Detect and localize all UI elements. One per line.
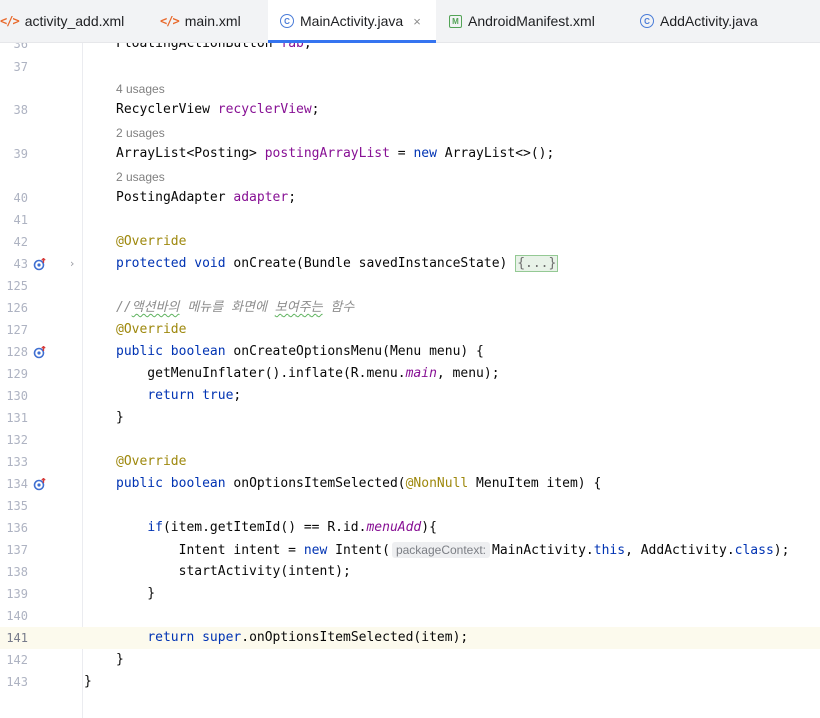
tab-activity-add-xml[interactable]: </> activity_add.xml [0,0,152,42]
tab-main-xml[interactable]: </> main.xml [160,0,268,42]
code-text: public boolean onCreateOptionsMenu(Menu … [116,344,484,359]
code-text: Intent intent = new Intent(packageContex… [116,542,790,558]
line-number: 129 [6,367,28,381]
java-class-icon: C [280,14,294,28]
code-line-39: 39 ArrayList<Posting> postingArrayList =… [0,143,820,165]
code-line-126: 126 //액션바의 메뉴를 화면에 보여주는 함수 [0,297,820,319]
line-number: 128 [6,345,28,359]
code-text: PostingAdapter adapter; [116,190,297,205]
line-number: 132 [6,433,28,447]
line-number: 137 [6,543,28,557]
tab-label: AddActivity.java [660,13,758,29]
line-number: 136 [6,521,28,535]
line-number: 41 [13,213,28,227]
editor-tab-bar: </> activity_add.xml </> main.xml C Main… [0,0,820,43]
line-number: 127 [6,323,28,337]
code-line-129: 129 getMenuInflater().inflate(R.menu.mai… [0,363,820,385]
line-number: 138 [6,565,28,579]
override-method-icon[interactable] [33,346,46,359]
code-line-37: 37 [0,56,820,78]
tab-main-activity-java[interactable]: C MainActivity.java × [268,0,436,43]
line-number: 39 [13,147,28,161]
code-line-138: 138 startActivity(intent); [0,561,820,583]
code-line-130: 130 return true; [0,385,820,407]
line-number: 130 [6,389,28,403]
code-line-42: 42 @Override [0,231,820,253]
code-text: } [84,674,92,689]
code-line-38: 38 RecyclerView recyclerView; [0,99,820,121]
code-line-137: 137 Intent intent = new Intent(packageCo… [0,539,820,561]
code-line-127: 127 @Override [0,319,820,341]
code-text: } [116,652,124,667]
code-line-43: 43 › protected void onCreate(Bundle save… [0,253,820,275]
override-method-icon[interactable] [33,478,46,491]
java-class-icon: C [640,14,654,28]
code-line-125: 125 [0,275,820,297]
line-number: 133 [6,455,28,469]
tab-android-manifest-xml[interactable]: M AndroidManifest.xml [449,0,624,42]
override-method-icon[interactable] [33,258,46,271]
line-number: 42 [13,235,28,249]
line-number: 142 [6,653,28,667]
code-line-142: 142 } [0,649,820,671]
tab-add-activity-java[interactable]: C AddActivity.java [640,0,790,42]
code-line-132: 132 [0,429,820,451]
code-line-131: 131 } [0,407,820,429]
line-number: 40 [13,191,28,205]
code-line-135: 135 [0,495,820,517]
line-number: 140 [6,609,28,623]
code-text: protected void onCreate(Bundle savedInst… [116,255,559,272]
code-text: return true; [147,388,242,403]
code-line-41: 41 [0,209,820,231]
tab-label: main.xml [184,13,241,29]
line-number: 135 [6,499,28,513]
tab-label: activity_add.xml [24,13,125,29]
code-text: getMenuInflater().inflate(R.menu.main, m… [116,366,500,381]
close-icon[interactable]: × [413,14,421,29]
code-line-136: 136 if(item.getItemId() == R.id.menuAdd)… [0,517,820,539]
line-number: 125 [6,279,28,293]
code-line-40: 40 PostingAdapter adapter; [0,187,820,209]
code-text: @Override [116,454,187,469]
tab-label: MainActivity.java [300,13,404,29]
usages-hint[interactable]: 4 usages [116,78,165,100]
code-text: } [116,410,124,425]
code-text: } [116,586,156,601]
xml-file-icon: </> [160,14,180,28]
code-line-139: 139 } [0,583,820,605]
usages-hint[interactable]: 2 usages [116,122,165,144]
code-text: if(item.getItemId() == R.id.menuAdd){ [147,520,437,535]
line-number: 37 [13,60,28,74]
line-number: 43 [13,257,28,271]
line-number: 143 [6,675,28,689]
code-line-140: 140 [0,605,820,627]
line-number: 131 [6,411,28,425]
code-line-133: 133 @Override [0,451,820,473]
code-line-128: 128 public boolean onCreateOptionsMenu(M… [0,341,820,363]
manifest-file-icon: M [449,14,462,28]
code-text: startActivity(intent); [116,564,351,579]
code-text: @Override [116,234,187,249]
code-line-134: 134 public boolean onOptionsItemSelected… [0,473,820,495]
line-number: 139 [6,587,28,601]
line-number: 134 [6,477,28,491]
tab-label: AndroidManifest.xml [468,13,595,29]
code-comment: //액션바의 메뉴를 화면에 보여주는 함수 [116,300,355,315]
code-line-141-current: 141 return super.onOptionsItemSelected(i… [0,627,820,649]
code-text: @Override [116,322,187,337]
code-text: RecyclerView recyclerView; [116,102,320,117]
line-number: 126 [6,301,28,315]
xml-file-icon: </> [0,14,20,28]
expand-fold-icon[interactable]: › [70,253,74,275]
folded-code-block[interactable]: {...} [515,255,559,272]
usages-hint[interactable]: 2 usages [116,166,165,188]
line-number: 141 [6,631,28,645]
parameter-name-hint: packageContext: [391,542,491,558]
code-line-143: 143 } [0,671,820,693]
code-text: return super.onOptionsItemSelected(item)… [147,630,469,645]
code-text: public boolean onOptionsItemSelected(@No… [116,476,602,491]
line-number: 38 [13,103,28,117]
code-text: ArrayList<Posting> postingArrayList = ne… [116,146,555,161]
